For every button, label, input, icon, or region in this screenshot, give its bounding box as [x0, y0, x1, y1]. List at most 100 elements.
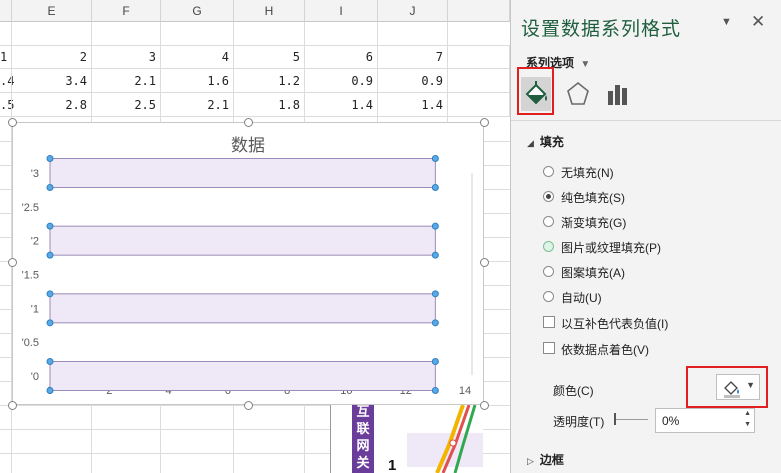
tab-series-options[interactable]	[603, 77, 633, 111]
col-header-e[interactable]: E	[12, 0, 92, 22]
table-cell[interactable]: 6	[305, 45, 378, 69]
col-header-k[interactable]	[448, 0, 510, 22]
label-vary-by-point[interactable]: 依数据点着色(V)	[561, 341, 649, 358]
label-picture-fill[interactable]: 图片或纹理填充(P)	[561, 239, 661, 256]
label-transparency: 透明度(T)	[553, 415, 605, 429]
label-solid-fill[interactable]: 纯色填充(S)	[561, 189, 625, 206]
radio-pattern-fill[interactable]	[543, 266, 554, 277]
table-row: .5 2.8 2.5 2.1 1.8 1.4 1.4	[0, 93, 510, 117]
pane-title: 设置数据系列格式	[521, 19, 682, 40]
label-automatic[interactable]: 自动(U)	[561, 289, 602, 306]
y-tick-label: '3	[31, 168, 39, 180]
resize-handle-top-right[interactable]	[480, 118, 489, 127]
label-color: 颜色(C)	[553, 384, 594, 398]
col-header-j[interactable]: J	[378, 0, 448, 22]
table-cell[interactable]: 1.6	[161, 69, 234, 93]
table-cell[interactable]: 1.2	[234, 69, 305, 93]
spreadsheet[interactable]: E F G H I J 1 2 3 4 5 6 7 .4 3.4 2.1 1.6…	[0, 0, 510, 473]
transparency-input[interactable]: 0% ▲ ▼	[655, 408, 755, 433]
table-cell[interactable]: 2	[12, 45, 92, 69]
checkbox-invert-negative[interactable]	[543, 316, 555, 328]
resize-handle-bottom-middle[interactable]	[244, 401, 253, 410]
table-cell[interactable]: 2.1	[161, 93, 234, 117]
table-cell[interactable]: 1.8	[234, 93, 305, 117]
resize-handle-top-left[interactable]	[8, 118, 17, 127]
col-header-left[interactable]	[0, 0, 12, 22]
resize-handle-middle-right[interactable]	[480, 258, 489, 267]
slider-thumb[interactable]	[614, 413, 616, 425]
label-no-fill[interactable]: 无填充(N)	[561, 164, 614, 181]
radio-gradient-fill[interactable]	[543, 216, 554, 227]
y-tick-label: '2	[31, 236, 39, 248]
embedded-image[interactable]: 互 联 网 关 1	[330, 405, 483, 473]
table-cell[interactable]: 0.9	[378, 69, 448, 93]
radio-picture-fill[interactable]	[543, 241, 554, 252]
bar-chart-icon	[608, 85, 627, 105]
tab-effects[interactable]	[563, 77, 593, 111]
collapse-triangle-icon: ◢	[527, 138, 534, 148]
table-row: 1 2 3 4 5 6 7	[0, 45, 510, 69]
bar-selection-point	[431, 184, 439, 191]
transparency-slider[interactable]	[614, 413, 648, 425]
table-cell[interactable]: 1.4	[378, 93, 448, 117]
format-data-series-pane: 设置数据系列格式 ▼ ✕ 系列选项 ▼ ◢填充 无填充(N) 纯色填充(S)	[510, 0, 781, 473]
bar-selection-point	[431, 251, 439, 259]
table-cell[interactable]: 3	[92, 45, 161, 69]
resize-handle-bottom-right[interactable]	[480, 401, 489, 410]
table-cell[interactable]: 2.8	[12, 93, 92, 117]
highlight-box-color	[686, 366, 768, 408]
resize-handle-top-middle[interactable]	[244, 118, 253, 127]
highlight-box-fill-tab	[517, 67, 554, 115]
table-cell[interactable]	[448, 69, 510, 93]
spin-down-icon[interactable]: ▼	[744, 421, 751, 428]
slider-track	[614, 419, 648, 420]
bar-selection-point	[46, 222, 54, 230]
resize-handle-middle-left[interactable]	[8, 258, 17, 267]
bar-selection-point	[46, 155, 54, 162]
bar	[49, 293, 436, 324]
table-row: .4 3.4 2.1 1.6 1.2 0.9 0.9	[0, 69, 510, 93]
chart-plot[interactable]: '3'2.5'2'1.5'1'0.5'002468101214	[13, 123, 483, 404]
label-gradient-fill[interactable]: 渐变填充(G)	[561, 214, 626, 231]
bar-selection-point	[431, 290, 439, 298]
expand-triangle-icon: ▷	[527, 456, 534, 466]
table-cell[interactable]	[448, 45, 510, 69]
checkbox-vary-by-point[interactable]	[543, 342, 555, 354]
bar-selection-point	[431, 319, 439, 327]
table-cell[interactable]: 0.9	[305, 69, 378, 93]
close-icon[interactable]: ✕	[751, 12, 765, 32]
col-header-f[interactable]: F	[92, 0, 161, 22]
table-cell[interactable]: 7	[378, 45, 448, 69]
table-cell[interactable]: 3.4	[12, 69, 92, 93]
label-invert-negative[interactable]: 以互补色代表负值(I)	[561, 315, 668, 332]
table-cell[interactable]: 4	[161, 45, 234, 69]
resize-handle-bottom-left[interactable]	[8, 401, 17, 410]
col-header-h[interactable]: H	[234, 0, 305, 22]
radio-solid-fill[interactable]	[543, 191, 554, 202]
section-fill[interactable]: ◢ 填充	[527, 133, 564, 150]
col-header-g[interactable]: G	[161, 0, 234, 22]
radio-no-fill[interactable]	[543, 166, 554, 177]
section-border[interactable]: ▷ 边框	[527, 451, 564, 468]
bar-selection-point	[46, 184, 54, 191]
chevron-down-icon: ▼	[580, 59, 591, 70]
radio-automatic[interactable]	[543, 291, 554, 302]
y-tick-label: '0.5	[22, 337, 39, 349]
bar-selection-point	[46, 290, 54, 298]
pentagon-icon	[567, 81, 589, 105]
table-cell[interactable]: 1.4	[305, 93, 378, 117]
bar-selection-point	[431, 387, 439, 394]
col-header-i[interactable]: I	[305, 0, 378, 22]
table-cell[interactable]: 2.1	[92, 69, 161, 93]
pane-options-button[interactable]: ▼	[721, 16, 732, 28]
table-cell[interactable]	[448, 93, 510, 117]
table-cell[interactable]: 5	[234, 45, 305, 69]
spin-up-icon[interactable]: ▲	[744, 410, 751, 417]
y-tick-label: '1.5	[22, 270, 39, 282]
table-cell[interactable]: 2.5	[92, 93, 161, 117]
bar	[49, 361, 436, 391]
bar-selection-point	[46, 387, 54, 394]
chart-area[interactable]: 数据 '3'2.5'2'1.5'1'0.5'002468101214	[12, 122, 484, 405]
transparency-value: 0%	[662, 414, 680, 428]
label-pattern-fill[interactable]: 图案填充(A)	[561, 264, 625, 281]
